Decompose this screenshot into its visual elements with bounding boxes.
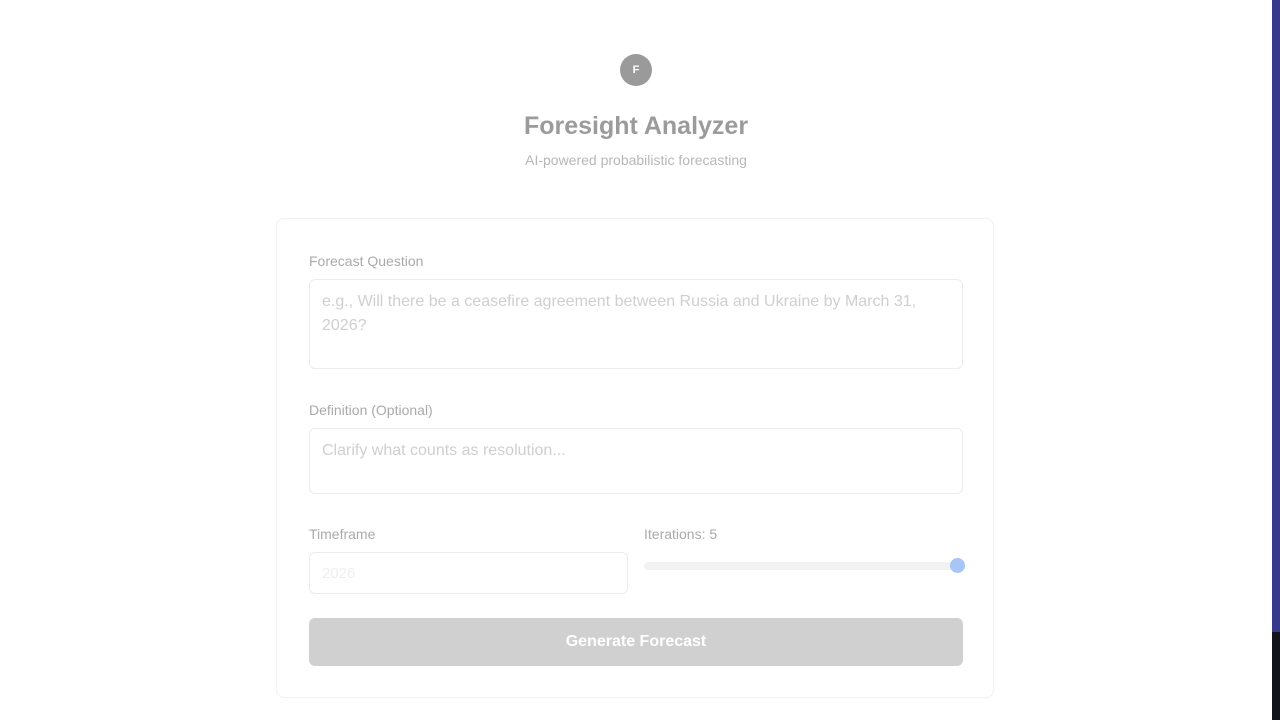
app-title: Foresight Analyzer bbox=[523, 112, 749, 140]
iterations-slider-thumb[interactable] bbox=[950, 558, 965, 573]
logo-letter: F bbox=[632, 64, 640, 76]
forecast-question-label: Forecast Question bbox=[309, 253, 424, 269]
iterations-label: Iterations: 5 bbox=[644, 526, 718, 542]
window-edge-strip-dark bbox=[1272, 632, 1280, 720]
window-edge-strip bbox=[1272, 0, 1280, 720]
timeframe-label: Timeframe bbox=[309, 526, 376, 542]
iterations-slider-track[interactable] bbox=[644, 562, 962, 570]
generate-forecast-button[interactable]: Generate Forecast bbox=[309, 618, 963, 666]
definition-input[interactable] bbox=[309, 428, 963, 494]
page: F Foresight Analyzer AI-powered probabil… bbox=[0, 0, 1280, 720]
app-logo: F bbox=[620, 54, 652, 86]
app-subtitle: AI-powered probabilistic forecasting bbox=[525, 152, 747, 168]
timeframe-input[interactable] bbox=[309, 552, 628, 594]
forecast-question-input[interactable] bbox=[309, 279, 963, 369]
definition-label: Definition (Optional) bbox=[309, 402, 433, 418]
